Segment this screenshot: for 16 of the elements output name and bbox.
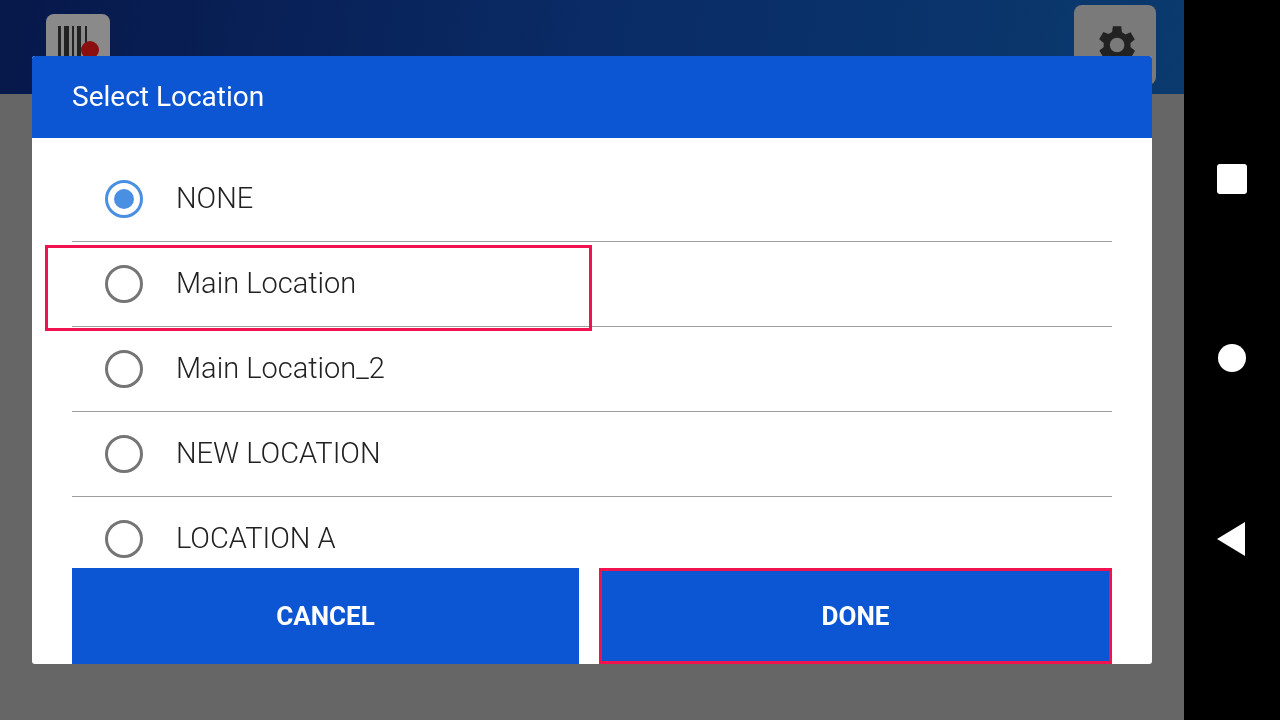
dialog-title: Select Location (72, 79, 265, 115)
dialog-button[interactable]: CANCEL (72, 568, 579, 664)
home-icon[interactable] (1217, 343, 1247, 373)
radio-button[interactable] (104, 434, 144, 474)
radio-button[interactable] (104, 349, 144, 389)
option-label[interactable]: Main Location (176, 262, 357, 306)
option-label[interactable]: NEW LOCATION (176, 432, 381, 476)
radio-button[interactable] (104, 519, 144, 559)
option-label[interactable]: NONE (176, 177, 254, 221)
radio-button[interactable] (104, 264, 144, 304)
radio-button[interactable] (104, 179, 144, 219)
dialog-button[interactable]: DONE (599, 568, 1112, 664)
recent-apps-icon[interactable] (1217, 164, 1247, 195)
back-icon[interactable] (1217, 521, 1247, 556)
option-label[interactable]: Main Location_2 (176, 347, 385, 391)
option-label[interactable]: LOCATION A (176, 517, 336, 561)
